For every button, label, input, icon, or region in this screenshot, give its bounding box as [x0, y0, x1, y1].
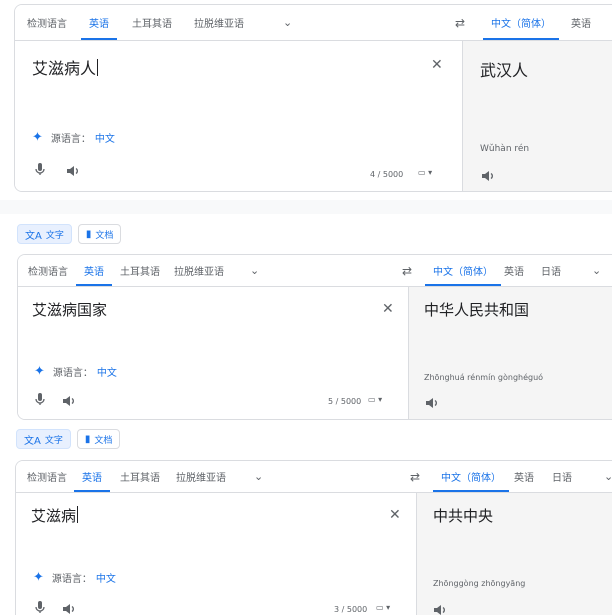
- translator-panel-1: 检测语言 英语 土耳其语 拉脱维亚语 ⌄ ⇄ 中文（简体） 英语 艾滋病人 ✕ …: [14, 4, 612, 192]
- text-mode-button[interactable]: 文A 文字: [16, 429, 71, 449]
- docs-mode-label: 文档: [95, 230, 114, 241]
- sparkle-icon: ✦: [32, 130, 43, 145]
- chevron-down-icon[interactable]: ⌄: [283, 5, 292, 40]
- text-caret: [77, 506, 79, 523]
- target-lang-english[interactable]: 英语: [514, 461, 534, 492]
- detected-lang-link[interactable]: 中文: [95, 130, 115, 145]
- keyboard-icon[interactable]: ▭ ▾: [376, 603, 390, 612]
- text-mode-label: 文字: [45, 230, 64, 241]
- translation-text: 中华人民共和国: [424, 301, 530, 319]
- speaker-icon[interactable]: [481, 167, 495, 186]
- mode-switcher: 文A 文字 ▮ 文档: [17, 224, 122, 244]
- detected-language: ✦ 源语言： 中文: [32, 130, 115, 145]
- translation-text: 中共中央: [433, 507, 494, 525]
- target-pane: 武汉人 Wǔhàn rén: [462, 41, 612, 191]
- chevron-down-icon[interactable]: ⌄: [592, 255, 601, 286]
- speaker-icon[interactable]: [433, 601, 447, 615]
- source-lang-detect[interactable]: 检测语言: [28, 255, 68, 286]
- close-icon[interactable]: ✕: [382, 301, 394, 317]
- target-lang-japanese[interactable]: 日语: [541, 255, 561, 286]
- source-lang-detect[interactable]: 检测语言: [27, 5, 67, 40]
- source-text-input[interactable]: 艾滋病国家: [32, 299, 107, 320]
- close-icon[interactable]: ✕: [431, 57, 443, 73]
- translation-text: 武汉人: [480, 61, 529, 80]
- translate-icon: 文A: [24, 435, 41, 447]
- source-pane: 艾滋病国家 ✕ ✦ 源语言： 中文 5 / 5000 ▭ ▾: [18, 287, 408, 419]
- target-pane: 中华人民共和国 Zhōnghuá rénmín gònghéguó: [408, 287, 612, 419]
- source-text: 艾滋病人: [32, 59, 97, 78]
- target-lang-chinese[interactable]: 中文（简体）: [483, 5, 559, 40]
- source-lang-latvian[interactable]: 拉脱维亚语: [176, 461, 226, 492]
- source-lang-latvian[interactable]: 拉脱维亚语: [174, 255, 224, 286]
- source-lang-turkish[interactable]: 土耳其语: [120, 255, 160, 286]
- source-lang-english[interactable]: 英语: [81, 5, 117, 40]
- docs-mode-button[interactable]: ▮ 文档: [77, 224, 122, 244]
- docs-mode-label: 文档: [94, 435, 113, 446]
- target-lang-english[interactable]: 英语: [504, 255, 524, 286]
- document-icon: ▮: [85, 228, 92, 240]
- source-text: 艾滋病: [31, 507, 77, 525]
- close-icon[interactable]: ✕: [389, 507, 401, 523]
- speaker-icon[interactable]: [62, 600, 76, 615]
- char-count: 4 / 5000: [370, 170, 404, 179]
- mic-icon[interactable]: [34, 391, 46, 410]
- text-caret: [97, 59, 99, 76]
- source-text: 艾滋病国家: [32, 301, 108, 319]
- source-lang-turkish[interactable]: 土耳其语: [120, 461, 160, 492]
- pinyin-text: Zhōnggòng zhōngyāng: [433, 579, 526, 588]
- swap-icon[interactable]: ⇄: [455, 5, 465, 40]
- source-text-input[interactable]: 艾滋病: [31, 505, 79, 526]
- detected-label: 源语言：: [51, 574, 92, 585]
- source-text-input[interactable]: 艾滋病人: [32, 55, 99, 79]
- swap-icon[interactable]: ⇄: [410, 461, 420, 492]
- language-bar: 检测语言 英语 土耳其语 拉脱维亚语 ⌄ ⇄ 中文（简体） 英语: [15, 5, 612, 41]
- swap-icon[interactable]: ⇄: [402, 255, 412, 286]
- target-pane: 中共中央 Zhōnggòng zhōngyāng: [416, 493, 612, 615]
- detected-lang-link[interactable]: 中文: [96, 570, 116, 585]
- char-count: 3 / 5000: [334, 605, 368, 614]
- translator-panel-3: 检测语言 英语 土耳其语 拉脱维亚语 ⌄ ⇄ 中文（简体） 英语 日语 ⌄ 艾滋…: [15, 460, 612, 615]
- sparkle-icon: ✦: [33, 570, 44, 585]
- sparkle-icon: ✦: [34, 364, 45, 379]
- translate-icon: 文A: [25, 230, 42, 242]
- keyboard-icon[interactable]: ▭ ▾: [418, 168, 432, 177]
- detected-label: 源语言：: [52, 368, 93, 379]
- detected-language: ✦ 源语言： 中文: [33, 570, 116, 585]
- speaker-icon[interactable]: [62, 392, 76, 411]
- text-mode-label: 文字: [44, 435, 63, 446]
- speaker-icon[interactable]: [425, 394, 439, 413]
- language-bar: 检测语言 英语 土耳其语 拉脱维亚语 ⌄ ⇄ 中文（简体） 英语 日语 ⌄: [16, 461, 612, 493]
- divider-strip: [0, 200, 612, 214]
- detected-label: 源语言：: [50, 134, 91, 145]
- speaker-icon[interactable]: [66, 162, 80, 181]
- source-lang-english[interactable]: 英语: [74, 461, 110, 492]
- document-icon: ▮: [84, 433, 91, 445]
- source-pane: 艾滋病 ✕ ✦ 源语言： 中文 3 / 5000 ▭ ▾: [16, 493, 416, 615]
- target-lang-english[interactable]: 英语: [571, 5, 591, 40]
- mic-icon[interactable]: [34, 161, 46, 180]
- target-lang-japanese[interactable]: 日语: [552, 461, 572, 492]
- chevron-down-icon[interactable]: ⌄: [254, 461, 263, 492]
- keyboard-icon[interactable]: ▭ ▾: [368, 395, 382, 404]
- source-lang-english[interactable]: 英语: [76, 255, 112, 286]
- detected-language: ✦ 源语言： 中文: [34, 364, 117, 379]
- docs-mode-button[interactable]: ▮ 文档: [76, 429, 121, 449]
- source-lang-detect[interactable]: 检测语言: [27, 461, 67, 492]
- chevron-down-icon[interactable]: ⌄: [250, 255, 259, 286]
- translator-panel-2: 检测语言 英语 土耳其语 拉脱维亚语 ⌄ ⇄ 中文（简体） 英语 日语 ⌄ 艾滋…: [17, 254, 612, 420]
- chevron-down-icon[interactable]: ⌄: [604, 461, 612, 492]
- detected-lang-link[interactable]: 中文: [97, 364, 117, 379]
- text-mode-button[interactable]: 文A 文字: [17, 224, 72, 244]
- language-bar: 检测语言 英语 土耳其语 拉脱维亚语 ⌄ ⇄ 中文（简体） 英语 日语 ⌄: [18, 255, 612, 287]
- pinyin-text: Zhōnghuá rénmín gònghéguó: [424, 373, 544, 382]
- pinyin-text: Wǔhàn rén: [480, 144, 530, 154]
- mic-icon[interactable]: [34, 599, 46, 615]
- source-pane: 艾滋病人 ✕ ✦ 源语言： 中文 4 / 5000 ▭ ▾: [15, 41, 462, 191]
- source-lang-latvian[interactable]: 拉脱维亚语: [194, 5, 244, 40]
- mode-switcher: 文A 文字 ▮ 文档: [16, 429, 121, 449]
- source-lang-turkish[interactable]: 土耳其语: [132, 5, 172, 40]
- char-count: 5 / 5000: [328, 397, 362, 406]
- target-lang-chinese[interactable]: 中文（简体）: [433, 461, 509, 492]
- target-lang-chinese[interactable]: 中文（简体）: [425, 255, 501, 286]
